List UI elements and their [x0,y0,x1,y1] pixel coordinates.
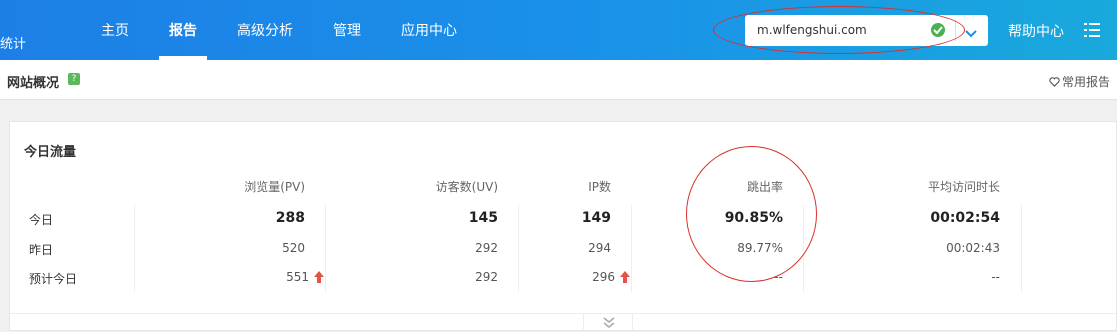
arrow-up-icon [620,271,630,283]
brand-label: 统计 [0,37,27,52]
today-pv: 288 [275,210,305,226]
nav-reports[interactable]: 报告 [169,20,197,40]
column-divider [631,205,632,292]
site-name: m.wlfengshui.com [757,23,867,37]
today-ip: 149 [581,210,611,226]
column-divider [803,205,804,292]
page-header: 网站概况 ? 常用报告 [0,60,1117,100]
yesterday-bounce-rate: 89.77% [737,241,783,255]
chevron-down-icon[interactable] [965,24,977,43]
nav-advanced-analysis[interactable]: 高级分析 [237,20,293,40]
col-header-avg-duration: 平均访问时长 [927,180,1000,194]
forecast-avg-duration: -- [991,270,1000,284]
today-avg-duration: 00:02:54 [930,210,1000,226]
site-selector[interactable]: m.wlfengshui.com [745,15,988,46]
heart-icon [1049,77,1060,87]
forecast-ip-value: 296 [592,270,615,284]
forecast-bounce-rate: -- [774,270,783,284]
yesterday-pv: 520 [282,241,305,255]
nav-home[interactable]: 主页 [101,20,129,40]
row-label-today: 今日 [29,213,54,227]
verified-check-icon [931,23,945,37]
today-uv: 145 [468,210,498,226]
forecast-uv: 292 [475,270,498,284]
card-title: 今日流量 [24,145,77,160]
top-navigation-bar: 统计 主页 报告 高级分析 管理 应用中心 m.wlfengshui.com 帮… [0,0,1117,60]
column-divider [1021,205,1022,292]
yesterday-ip: 294 [588,241,611,255]
nav-app-center[interactable]: 应用中心 [401,20,457,40]
selector-divider [955,20,956,41]
arrow-up-icon [314,271,324,283]
page-title: 网站概况 [7,76,60,91]
menu-list-icon[interactable] [1084,22,1100,41]
column-divider [134,205,135,292]
col-header-bounce-rate: 跳出率 [746,180,783,194]
forecast-pv-value: 551 [286,270,309,284]
favorite-reports-link[interactable]: 常用报告 [1049,73,1110,90]
double-chevron-down-icon [603,317,615,328]
nav-manage[interactable]: 管理 [333,20,361,40]
forecast-ip: 296 [530,270,630,284]
forecast-pv: 551 [224,270,324,284]
expand-button[interactable] [583,313,633,332]
column-divider [325,205,326,292]
yesterday-uv: 292 [475,241,498,255]
yesterday-avg-duration: 00:02:43 [946,241,1000,255]
column-divider [518,205,519,292]
help-center-link[interactable]: 帮助中心 [1008,21,1064,41]
col-header-ip: IP数 [588,180,611,194]
favorite-label: 常用报告 [1062,75,1111,89]
today-traffic-card: 今日流量 浏览量(PV) 访客数(UV) IP数 跳出率 平均访问时长 今日 2… [9,121,1117,332]
row-label-forecast: 预计今日 [29,272,78,286]
today-bounce-rate: 90.85% [724,210,783,226]
col-header-pv: 浏览量(PV) [244,180,305,194]
help-question-icon[interactable]: ? [68,73,80,85]
col-header-uv: 访客数(UV) [435,180,498,194]
card-footer [10,313,1116,332]
row-label-yesterday: 昨日 [29,243,54,257]
